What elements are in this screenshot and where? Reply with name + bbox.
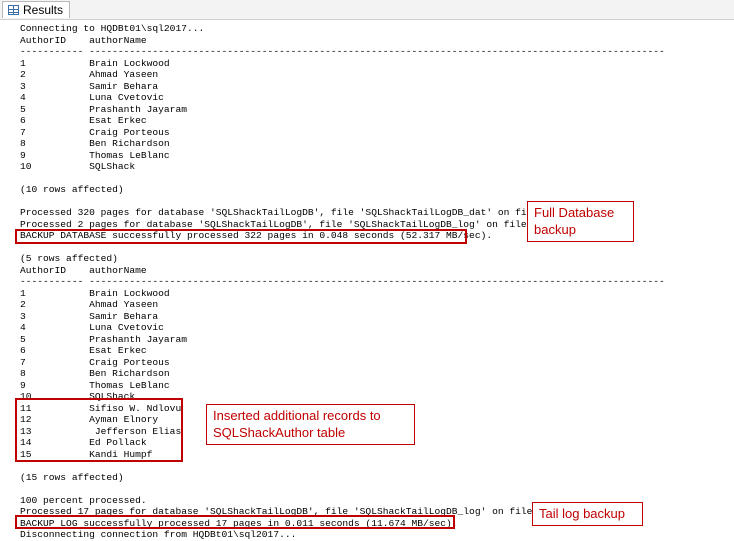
output-line: 1 Brain Lockwood [20,287,170,299]
output-line: ----------- ----------------------------… [20,276,665,287]
output-line: 9 Thomas LeBlanc [20,149,170,161]
output-line: 3 Samir Behara [20,80,159,92]
grid-icon [8,5,19,15]
tail-log-callout: Tail log backup [532,502,643,526]
output-line: 2 Ahmad Yaseen [20,69,159,80]
output-line: 100 percent processed. [20,494,147,506]
output-line: 4 Luna Cvetovic [20,92,164,103]
output-line: 6 Esat Erkec [20,115,147,126]
output-line: Connecting to HQDBt01\sql2017... [20,23,205,34]
results-tab-label: Results [23,3,64,17]
output-line: AuthorID authorName [20,34,147,46]
output-line: 7 Craig Porteous [20,356,170,368]
full-backup-callout-line2: backup [534,222,576,237]
output-line: (5 rows affected) [20,253,118,264]
output-line: Processed 320 pages for database 'SQLSha… [20,207,556,218]
output-line: 1 Brain Lockwood [20,57,170,69]
full-backup-callout-line1: Full Database [534,205,615,220]
inserted-records-callout-line2: SQLShackAuthor table [213,425,346,440]
output-line: 2 Ahmad Yaseen [20,299,159,310]
output-line: 5 Prashanth Jayaram [20,103,187,115]
output-line: ----------- ----------------------------… [20,46,665,57]
output-line: 6 Esat Erkec [20,345,147,356]
full-backup-highlight [15,229,467,244]
inserted-records-highlight [15,398,183,462]
output-line: 9 Thomas LeBlanc [20,379,170,391]
output-line: 5 Prashanth Jayaram [20,333,187,345]
output-line: 8 Ben Richardson [20,138,170,149]
full-backup-callout: Full Database backup [527,201,634,242]
output-line: 7 Craig Porteous [20,126,170,138]
inserted-records-callout-line1: Inserted additional records to [213,408,381,423]
output-line: 3 Samir Behara [20,310,159,322]
output-line: 4 Luna Cvetovic [20,322,164,333]
tail-log-highlight [15,515,455,529]
output-line: 8 Ben Richardson [20,368,170,379]
inserted-records-callout: Inserted additional records to SQLShackA… [206,404,415,445]
output-line: AuthorID authorName [20,264,147,276]
results-tab[interactable]: Results [2,1,70,18]
tail-log-callout-line1: Tail log backup [539,506,625,521]
output-line: (15 rows affected) [20,471,124,483]
results-tab-bar: Results [0,0,734,20]
output-line: 10 SQLShack [20,161,136,172]
output-line: (10 rows affected) [20,184,124,195]
messages-output[interactable]: Connecting to HQDBt01\sql2017... AuthorID… [0,20,734,540]
